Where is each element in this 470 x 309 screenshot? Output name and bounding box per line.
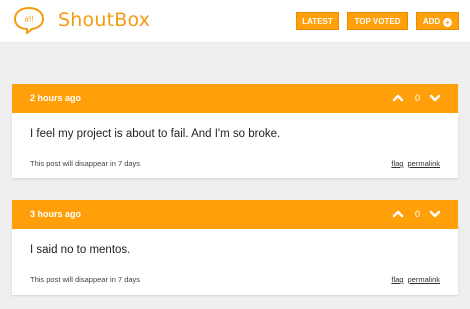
flag-link[interactable]: flag [391, 275, 403, 284]
brand-title[interactable]: ShoutBox [58, 9, 150, 31]
top-navigation-bar: #!! ShoutBox LATEST TOP VOTED ADD + [0, 0, 470, 43]
downvote-chevron-down-icon[interactable] [429, 208, 441, 220]
post-header: 2 hours ago 0 [12, 84, 458, 113]
add-button[interactable]: ADD + [416, 12, 459, 30]
vote-count: 0 [415, 93, 421, 103]
flag-link[interactable]: flag [391, 159, 403, 168]
top-voted-button[interactable]: TOP VOTED [347, 12, 408, 30]
permalink-link[interactable]: permalink [407, 159, 440, 168]
vote-count: 0 [415, 209, 421, 219]
post-message: I said no to mentos. [30, 244, 131, 256]
post-time: 3 hours ago [30, 209, 82, 219]
plus-circle-icon: + [443, 18, 453, 27]
expiry-note: This post will disappear in 7 days [30, 159, 141, 168]
post-card: 2 hours ago 0 I feel my project is about… [12, 84, 458, 178]
post-header: 3 hours ago 0 [12, 200, 458, 229]
permalink-link[interactable]: permalink [407, 275, 440, 284]
expiry-note: This post will disappear in 7 days [30, 275, 141, 284]
add-label: ADD [422, 17, 441, 26]
upvote-chevron-up-icon[interactable] [392, 208, 404, 220]
downvote-chevron-down-icon[interactable] [429, 92, 441, 104]
post-time: 2 hours ago [30, 93, 82, 103]
logo-text: #!! [25, 15, 34, 24]
upvote-chevron-up-icon[interactable] [392, 92, 404, 104]
latest-button[interactable]: LATEST [296, 12, 339, 30]
post-message: I feel my project is about to fail. And … [30, 128, 281, 140]
post-card: 3 hours ago 0 I said no to mentos. This … [12, 200, 458, 295]
speech-bubble-logo-icon[interactable]: #!! [13, 6, 45, 34]
post-links: flag permalink [387, 275, 440, 284]
post-links: flag permalink [387, 159, 440, 168]
